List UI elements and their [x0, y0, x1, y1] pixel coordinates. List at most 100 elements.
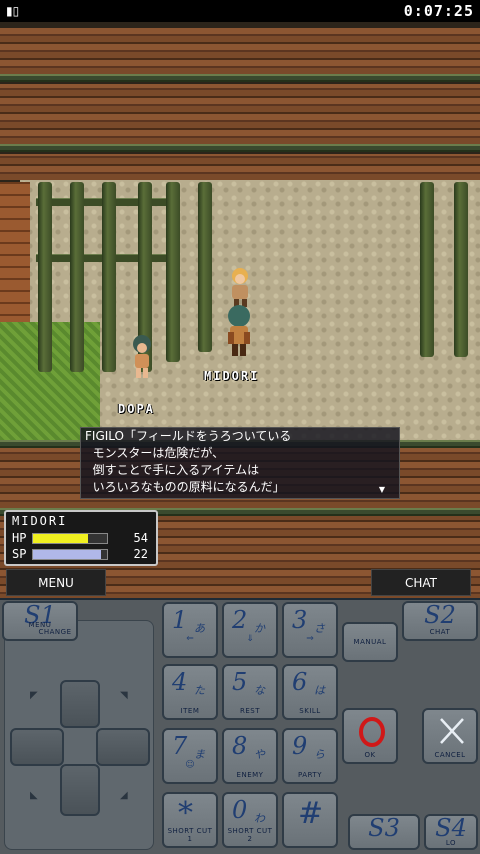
key-9[interactable]: 9 ら PARTY — [282, 728, 338, 784]
key-4-sub: ITEM — [180, 707, 200, 715]
key-0-num: 0 — [232, 796, 248, 824]
key-1[interactable]: 1 あ ⇐ — [162, 602, 218, 658]
status-name: MIDORI — [12, 514, 68, 528]
key-8-num: 8 — [232, 732, 248, 760]
s4-key-sub: LO — [445, 839, 457, 847]
arrow-right-icon: ⇒ — [306, 634, 314, 644]
manual-key[interactable]: MANUAL — [342, 622, 398, 662]
arrow-down-right-icon: ◢ — [120, 790, 128, 801]
person-icon: ☺ — [185, 760, 195, 770]
brick-wall — [0, 28, 480, 74]
key-3-num: 3 — [292, 606, 308, 634]
sp-bar — [32, 549, 108, 560]
key-2-num: 2 — [232, 606, 248, 634]
game-screen: ▮▯ 0:07:25 MIDORI DOPA FIGILO「フィールドをうろつい… — [0, 0, 480, 600]
dialog-line: モンスターは危険だが、 — [85, 446, 225, 460]
fence-post — [38, 182, 52, 372]
key-0[interactable]: 0 わ SHORT CUT 2 — [222, 792, 278, 848]
key-6[interactable]: 6 は SKILL — [282, 664, 338, 720]
key-5[interactable]: 5 な REST — [222, 664, 278, 720]
menu-softkey[interactable]: MENU — [6, 569, 106, 596]
dialog-line: 倒すことで手に入るアイテムは — [85, 463, 260, 477]
key-5-kana: な — [254, 684, 265, 697]
manual-key-label: MANUAL — [353, 638, 387, 646]
dialog-line: FIGILO「フィールドをうろついている — [85, 429, 292, 443]
player-name-label: MIDORI — [204, 369, 260, 383]
dpad-down[interactable] — [60, 764, 100, 816]
dpad-up[interactable] — [60, 680, 100, 728]
player-midori-sprite[interactable] — [220, 304, 258, 360]
play-time-clock: 0:07:25 — [403, 2, 474, 20]
sp-label: SP — [12, 547, 27, 561]
s1-key[interactable]: S1 MENU CHANGE — [2, 601, 78, 641]
key-hash[interactable]: # — [282, 792, 338, 848]
signal-icon: ▮▯ — [6, 4, 20, 18]
hp-label: HP — [12, 531, 27, 545]
key-9-num: 9 — [292, 732, 308, 760]
key-8-kana: や — [254, 748, 265, 761]
party-status-box: MIDORI HP 54 SP 22 — [4, 510, 158, 566]
key-0-kana: わ — [254, 812, 265, 825]
key-star[interactable]: * SHORT CUT 1 — [162, 792, 218, 848]
key-star-sub: SHORT CUT 1 — [167, 827, 213, 843]
arrow-down-left-icon: ◣ — [30, 790, 38, 801]
key-6-num: 6 — [292, 668, 308, 696]
fence-post — [420, 182, 434, 357]
wall-trim — [0, 74, 480, 82]
phone-status-bar: ▮▯ 0:07:25 — [0, 0, 480, 22]
key-3[interactable]: 3 さ ⇒ — [282, 602, 338, 658]
dpad-left[interactable] — [10, 728, 64, 766]
key-8[interactable]: 8 や ENEMY — [222, 728, 278, 784]
key-4[interactable]: 4 た ITEM — [162, 664, 218, 720]
key-star-num: * — [178, 796, 193, 831]
brick-wall — [0, 84, 480, 144]
fence-post — [166, 182, 180, 362]
key-5-sub: REST — [239, 707, 260, 715]
npc-figilo-sprite[interactable] — [222, 266, 258, 308]
circle-icon — [359, 717, 385, 747]
hp-value: 54 — [133, 531, 148, 545]
cancel-key[interactable]: CANCEL — [422, 708, 478, 764]
dpad-right[interactable] — [96, 728, 150, 766]
ok-key[interactable]: OK — [342, 708, 398, 764]
npc-dopa-sprite[interactable] — [126, 334, 158, 382]
s4-key[interactable]: S4 LO — [424, 814, 478, 850]
brick-wall — [0, 154, 480, 180]
sp-bar-fill — [33, 550, 102, 559]
fence-post — [198, 182, 212, 352]
fence-post — [70, 182, 84, 372]
key-6-kana: は — [314, 684, 325, 697]
key-hash-num: # — [298, 796, 324, 831]
key-8-sub: ENEMY — [236, 771, 264, 779]
fence-post — [102, 182, 116, 372]
s3-key-label: S3 — [368, 814, 400, 842]
key-7[interactable]: 7 ま ☺ — [162, 728, 218, 784]
dialog-box[interactable]: FIGILO「フィールドをうろついている モンスターは危険だが、 倒すことで手に… — [80, 427, 400, 499]
s4-key-label: S4 — [435, 814, 467, 842]
fence-post — [454, 182, 468, 357]
key-1-num: 1 — [172, 606, 188, 634]
cross-icon — [440, 718, 464, 744]
arrow-up-right-icon: ◥ — [120, 690, 128, 701]
ok-key-label: OK — [364, 751, 376, 759]
hp-bar — [32, 533, 108, 544]
cancel-key-label: CANCEL — [434, 751, 466, 759]
key-5-num: 5 — [232, 668, 248, 696]
arrow-up-left-icon: ◤ — [30, 690, 38, 701]
dialog-line: いろいろなものの原料になるんだ」 — [85, 480, 285, 494]
arrow-left-icon: ⇐ — [186, 634, 194, 644]
key-2[interactable]: 2 か ⇓ — [222, 602, 278, 658]
key-6-sub: SKILL — [299, 707, 321, 715]
key-9-sub: PARTY — [298, 771, 322, 779]
key-4-num: 4 — [172, 668, 188, 696]
key-7-num: 7 — [172, 732, 188, 760]
s2-key[interactable]: S2 CHAT — [402, 601, 478, 641]
s2-key-label: S2 — [424, 601, 456, 629]
key-9-kana: ら — [314, 748, 325, 761]
dialog-next-icon: ▼ — [378, 485, 385, 494]
chat-softkey[interactable]: CHAT — [371, 569, 471, 596]
s1-key-sub2: CHANGE — [38, 628, 72, 636]
npc-name-label: DOPA — [118, 402, 155, 416]
arrow-down-icon: ⇓ — [246, 634, 254, 644]
s3-key[interactable]: S3 — [348, 814, 420, 850]
